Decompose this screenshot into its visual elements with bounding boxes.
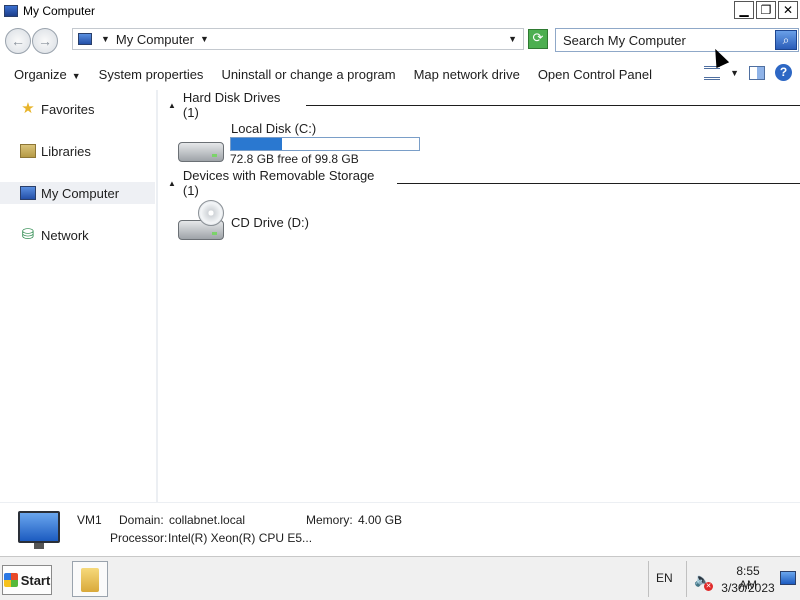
volume-muted-icon[interactable]: 🔈 ✕ (694, 572, 713, 591)
clock-date[interactable]: 3/30/2023 (718, 581, 778, 595)
close-button[interactable]: ✕ (778, 1, 798, 19)
window-title: My Computer (23, 4, 96, 18)
search-button[interactable]: ⌕ (775, 30, 797, 50)
disc-icon (198, 200, 224, 226)
file-list: ▲ Hard Disk Drives (1) Local Disk (C:) 7… (160, 90, 800, 502)
arrow-left-icon: ← (11, 33, 25, 49)
chevron-down-icon: ▼ (71, 70, 81, 81)
chevron-down-icon[interactable]: ▼ (200, 34, 209, 44)
address-history-dropdown[interactable]: ▼ (508, 34, 517, 44)
search-input[interactable] (563, 32, 763, 48)
change-view-icon[interactable] (704, 65, 721, 80)
show-desktop-icon[interactable] (780, 571, 796, 585)
windows-logo-icon (3, 573, 18, 587)
language-indicator[interactable]: EN (656, 571, 673, 585)
taskbar: Start EN 🔈 ✕ 8:55 AM 3/30/2023 (0, 556, 800, 600)
folder-icon (81, 568, 99, 592)
computer-name: VM1 (77, 513, 102, 527)
tray-divider (686, 561, 687, 597)
refresh-button[interactable]: ⟳ (528, 29, 548, 49)
collapse-caret-icon[interactable]: ▲ (168, 179, 176, 188)
memory-value: 4.00 GB (358, 513, 403, 527)
sidebar-item-label: Favorites (41, 101, 95, 117)
drive-label: CD Drive (D:) (231, 215, 309, 230)
address-field[interactable]: ▼ My Computer ▼ ▼ (72, 28, 524, 50)
network-icon: ⛁ (21, 226, 35, 243)
window-controls: ▁ ❐ ✕ (734, 1, 798, 19)
map-network-drive-button[interactable]: Map network drive (405, 67, 529, 82)
star-icon: ★ (21, 100, 35, 117)
computer-icon (78, 33, 92, 45)
group-title: Hard Disk Drives (1) (182, 90, 281, 120)
back-button[interactable]: ← (5, 28, 31, 54)
cd-drive-icon (178, 200, 228, 240)
sidebar-item-my-computer[interactable]: My Computer (0, 182, 155, 204)
refresh-icon: ⟳ (532, 31, 544, 46)
preview-pane-icon[interactable] (749, 65, 765, 80)
mute-badge-icon: ✕ (704, 582, 713, 591)
disk-usage-fill (231, 138, 282, 150)
start-button[interactable]: Start (2, 565, 52, 595)
forward-button[interactable]: → (32, 28, 58, 54)
uninstall-program-button[interactable]: Uninstall or change a program (212, 67, 404, 82)
restore-button[interactable]: ❐ (756, 1, 776, 19)
libraries-icon (20, 144, 36, 158)
command-bar: Organize ▼ System properties Uninstall or… (0, 58, 800, 90)
organize-menu[interactable]: Organize ▼ (5, 67, 90, 82)
computer-icon (18, 511, 60, 549)
domain-value: collabnet.local (169, 513, 246, 527)
computer-icon (20, 186, 36, 200)
drive-label: Local Disk (C:) (231, 121, 317, 136)
details-pane: VM1 Domain: collabnet.local Memory: 4.00… (0, 502, 800, 556)
disk-usage-bar (230, 137, 420, 151)
sidebar-item-libraries[interactable]: Libraries (0, 140, 155, 162)
title-bar: My Computer ▁ ❐ ✕ (0, 0, 800, 22)
search-icon: ⌕ (782, 33, 790, 47)
group-title: Devices with Removable Storage (1) (182, 168, 375, 198)
search-box: ⌕ (555, 28, 799, 52)
processor-value: Intel(R) Xeon(R) CPU E5... (168, 531, 313, 545)
domain-label: Domain: (119, 513, 164, 527)
organize-label: Organize (14, 66, 67, 82)
sidebar-item-favorites[interactable]: ★ Favorites (0, 98, 155, 120)
group-divider (396, 182, 800, 184)
sidebar-item-label: My Computer (41, 185, 120, 201)
arrow-right-icon: → (38, 33, 52, 49)
sidebar-item-label: Libraries (41, 143, 91, 159)
chevron-down-icon[interactable]: ▼ (730, 68, 739, 78)
start-label: Start (20, 572, 51, 588)
address-bar: ← → ▼ My Computer ▼ ▼ ⟳ ⌕ (0, 22, 800, 58)
open-control-panel-button[interactable]: Open Control Panel (529, 67, 661, 82)
taskbar-explorer-button[interactable] (72, 561, 108, 597)
hard-drive-body (178, 142, 224, 162)
hard-drive-icon (178, 130, 228, 166)
group-header-hard-disk[interactable]: ▲ Hard Disk Drives (1) (168, 90, 800, 120)
memory-label: Memory: (306, 513, 353, 527)
help-icon[interactable]: ? (775, 64, 792, 81)
navigation-pane: ★ Favorites Libraries My Computer ⛁ Netw… (0, 90, 158, 502)
drive-free-space: 72.8 GB free of 99.8 GB (230, 152, 359, 166)
system-properties-button[interactable]: System properties (90, 67, 213, 82)
tray-divider (648, 561, 649, 597)
group-header-removable[interactable]: ▲ Devices with Removable Storage (1) (168, 168, 800, 198)
chevron-down-icon[interactable]: ▼ (101, 34, 110, 44)
sidebar-item-network[interactable]: ⛁ Network (0, 224, 155, 246)
minimize-button[interactable]: ▁ (734, 1, 754, 19)
sidebar-item-label: Network (41, 227, 89, 243)
computer-icon (4, 5, 18, 17)
group-divider (306, 104, 800, 106)
collapse-caret-icon[interactable]: ▲ (168, 101, 176, 110)
breadcrumb[interactable]: My Computer (116, 32, 194, 47)
processor-label: Processor: (110, 531, 168, 545)
